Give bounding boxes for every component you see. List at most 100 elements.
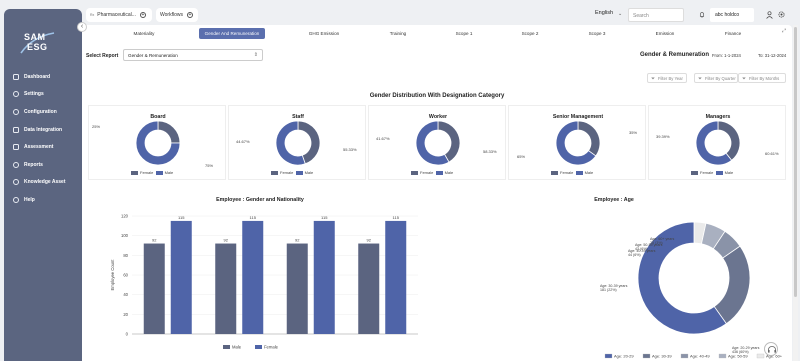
sidebar-item-configuration[interactable]: Configuration	[13, 103, 83, 121]
tab-company[interactable]: Rx Pharmaceutical... +	[86, 8, 152, 22]
settings-icon	[13, 91, 19, 98]
bar-male[interactable]	[215, 243, 237, 334]
sidebar-nav: Dashboard Settings Configuration Data In…	[13, 68, 83, 209]
sidebar: SAM ESG Dashboard Settings Configuration…	[4, 9, 82, 361]
legend-swatch	[715, 170, 723, 175]
legend-label: Age: 50-59	[728, 354, 748, 359]
tab-finance[interactable]: Finance	[705, 28, 761, 39]
knowledge-asset-icon	[13, 179, 19, 186]
add-circle-icon[interactable]: +	[139, 12, 146, 18]
sidebar-collapse-button[interactable]: ‹	[77, 22, 87, 32]
configuration-icon	[13, 108, 19, 115]
legend-label: Male	[724, 170, 734, 175]
data-label: 41.67%	[376, 136, 390, 141]
tab-gender-and-remuneration[interactable]: Gender And Remuneration	[199, 28, 265, 39]
scrollbar-thumb[interactable]	[794, 27, 797, 297]
sidebar-item-help[interactable]: Help	[13, 191, 83, 209]
date-to-label: To:	[758, 53, 764, 58]
sidebar-item-label: Dashboard	[24, 73, 51, 80]
sidebar-item-settings[interactable]: Settings	[13, 86, 83, 104]
search-input[interactable]: Search	[628, 8, 684, 22]
bar-female[interactable]	[385, 220, 407, 334]
filter-by-months-button[interactable]: ⏷ Filter By Months	[738, 73, 786, 83]
legend-swatch	[411, 170, 418, 175]
sidebar-item-knowledge-asset[interactable]: Knowledge Asset	[13, 174, 83, 192]
bar-chart: 0 20 40 60 80 100 120 Employee Count 92 115 92 115 9…	[110, 214, 418, 350]
sidebar-item-label: Help	[24, 196, 35, 203]
language-select[interactable]: English	[595, 10, 613, 16]
y-tick-label: 120	[121, 214, 129, 219]
tab-training[interactable]: Training	[370, 28, 426, 39]
sidebar-item-reports[interactable]: Reports	[13, 156, 83, 174]
donut-slice-female[interactable]	[157, 120, 181, 144]
legend: Female Male	[271, 170, 313, 175]
filter-label: Filter By Quarter	[705, 76, 736, 81]
legend-label: Age: 40-49	[690, 354, 710, 359]
reports-icon	[13, 161, 19, 168]
age-data-label: Age: 30-39 years 181 (22%)	[600, 284, 628, 292]
tab-scope-1[interactable]: Scope 1	[436, 28, 492, 39]
legend-label: Female	[420, 170, 434, 175]
donut-row: Board 25% 75% Female Male Staff 44.67% 5…	[88, 105, 788, 180]
sidebar-item-label: Reports	[24, 161, 43, 168]
donut-card-board: Board 25% 75% Female Male	[88, 105, 226, 180]
donut-card-worker: Worker 41.67% 58.33% Female Male	[368, 105, 506, 180]
bar-female[interactable]	[313, 220, 335, 334]
data-label: 39.39%	[656, 134, 670, 139]
workflows-tab-label: Workflows	[160, 12, 183, 18]
legend-swatch	[691, 170, 698, 175]
expand-icon[interactable]: ⤢	[782, 28, 786, 34]
bar-female[interactable]	[170, 220, 192, 334]
legend-swatch	[155, 170, 163, 175]
sidebar-item-dashboard[interactable]: Dashboard	[13, 68, 83, 86]
tab-workflows[interactable]: Workflows +	[156, 8, 198, 22]
bar-male[interactable]	[286, 243, 308, 334]
help-chat-button[interactable]	[764, 342, 778, 356]
sidebar-item-data-integration[interactable]: Data Integration	[13, 121, 83, 139]
report-select[interactable]: Gender & Remuneration ⇕	[123, 49, 263, 61]
legend: Female Male	[691, 170, 733, 175]
legend-label: Female	[700, 170, 714, 175]
sidebar-item-assessment[interactable]: Assessment	[13, 138, 83, 156]
legend-label: Age: 30-39	[652, 354, 672, 359]
legend-swatch	[575, 170, 583, 175]
scrollbar[interactable]	[793, 25, 798, 361]
user-menu[interactable]: abc holdco	[710, 8, 754, 22]
tab-ghg-emission[interactable]: GHG Emission	[296, 28, 352, 39]
bell-icon[interactable]	[699, 12, 705, 18]
data-label: 65%	[517, 154, 526, 159]
main-panel: Materiality Gender And Remuneration GHG …	[82, 25, 792, 361]
donut-slice-female[interactable]	[717, 120, 741, 161]
tab-scope-2[interactable]: Scope 2	[502, 28, 558, 39]
bar-male[interactable]	[358, 243, 380, 334]
tab-scope-3[interactable]: Scope 3	[569, 28, 625, 39]
bar-data-label: 92	[295, 238, 300, 243]
legend-swatch	[756, 353, 765, 359]
add-circle-icon[interactable]: +	[186, 12, 193, 18]
legend-swatch	[223, 345, 230, 349]
data-label: 58.33%	[483, 149, 497, 154]
donut-card-managers: Managers 39.39% 60.61% Female Male	[648, 105, 786, 180]
sidebar-item-label: Configuration	[24, 108, 57, 115]
filter-by-year-button[interactable]: ⏷ Filter By Year	[647, 73, 687, 83]
legend-label: Female	[280, 170, 294, 175]
filter-by-quarter-button[interactable]: ⏷ Filter By Quarter	[694, 73, 738, 83]
tab-materiality[interactable]: Materiality	[116, 28, 172, 39]
chevron-down-icon[interactable]: ⌄	[618, 11, 622, 17]
bar-male[interactable]	[143, 243, 165, 334]
gear-icon[interactable]	[778, 11, 785, 18]
person-icon[interactable]	[766, 11, 773, 19]
filter-icon: ⏷	[742, 76, 747, 82]
y-tick-label: 0	[126, 332, 129, 337]
bar-female[interactable]	[242, 220, 264, 334]
date-to[interactable]: To: 31-12-2024	[758, 53, 786, 58]
age-slice[interactable]	[713, 245, 751, 325]
filter-label: Filter By Months	[749, 76, 780, 81]
tab-emission[interactable]: Emission	[637, 28, 693, 39]
age-donut-chart: Age: 20-29 years 436 (60%)Age: 30-39 year…	[600, 221, 783, 359]
legend-swatch	[680, 353, 689, 359]
date-from[interactable]: From: 1-1-2024	[712, 53, 741, 58]
sam-esg-logo[interactable]: SAM ESG	[18, 29, 58, 57]
company-tab-label: Pharmaceutical...	[97, 12, 136, 18]
y-tick-label: 100	[121, 233, 129, 238]
